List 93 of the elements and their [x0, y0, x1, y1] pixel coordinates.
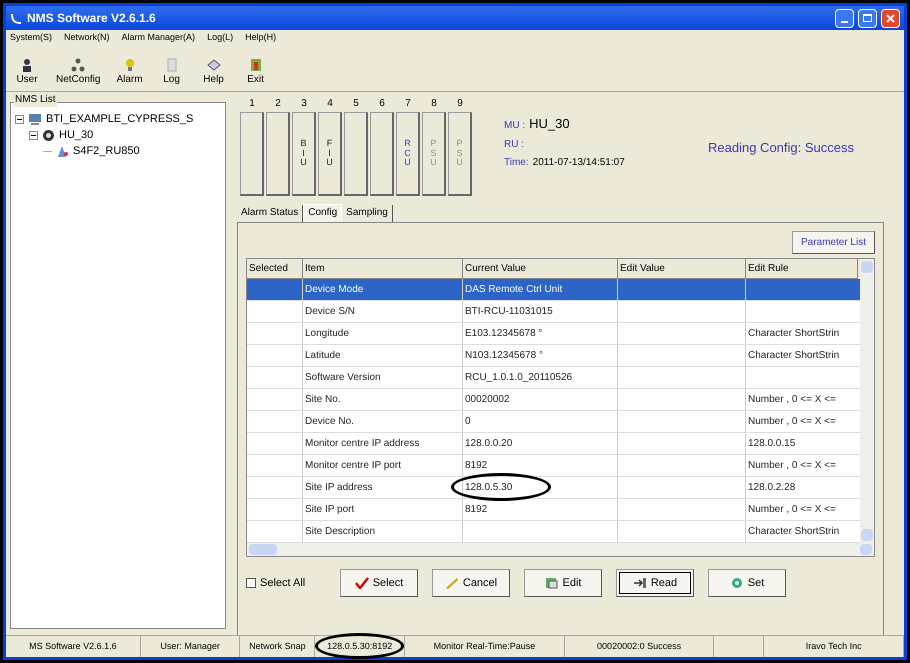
- table-cell-text: Character ShortStrin: [748, 327, 840, 341]
- status-text: Iravo Tech Inc: [806, 640, 862, 653]
- slot-number: 1: [249, 97, 255, 111]
- window-title: NMS Software V2.6.1.6: [27, 10, 156, 27]
- table-cell-text: Number , 0 <= X <=: [748, 415, 836, 429]
- table-cell-text: RCU_1.0.1.0_20110526: [465, 371, 572, 385]
- slot-number: 6: [379, 97, 385, 111]
- table-cell-text: Monitor centre IP address: [305, 437, 420, 451]
- card-slot[interactable]: RCU: [396, 112, 420, 196]
- table-row[interactable]: Device S/N BTI-RCU-11031015: [247, 301, 860, 323]
- tree-item[interactable]: BTI_EXAMPLE_CYPRESS_S: [46, 110, 194, 128]
- slot-number: 8: [431, 97, 437, 111]
- action-button[interactable]: Edit: [524, 569, 602, 597]
- table-cell-text: Longitude: [305, 327, 349, 341]
- table-cell-text: Site Description: [305, 525, 376, 539]
- table-cell-text: 128.0.2.28: [748, 481, 796, 495]
- table-row[interactable]: Monitor centre IP address 128.0.0.20 128.0.0.15: [247, 433, 860, 455]
- table-row[interactable]: Site IP port 8192 Number , 0 <= X <=: [247, 499, 860, 521]
- slot-number: 2: [275, 97, 281, 111]
- table-cell-text: Site IP port: [305, 503, 354, 517]
- table-cell-text: Number , 0 <= X <=: [748, 503, 836, 517]
- slot-number: 5: [353, 97, 359, 111]
- table-cell-text: Character ShortStrin: [748, 349, 840, 363]
- slot-number: 3: [301, 97, 307, 111]
- parameter-list-button[interactable]: Parameter List: [792, 231, 875, 254]
- menu-item[interactable]: System(S): [10, 31, 52, 45]
- table-row[interactable]: Longitude E103.12345678 ° Character ShortStrin: [247, 323, 860, 345]
- tab[interactable]: Config: [303, 204, 342, 222]
- status-text: Monitor Real-Time:Pause: [434, 640, 536, 653]
- table-cell-text: Number , 0 <= X <=: [748, 393, 836, 407]
- table-row[interactable]: Site No. 00020002 Number , 0 <= X <=: [247, 389, 860, 411]
- mu-label: MU :: [504, 119, 526, 133]
- table-cell-text: 128.0.5.30: [465, 481, 512, 495]
- table-cell-text: 128.0.0.15: [748, 437, 796, 451]
- table-cell-text: BTI-RCU-11031015: [465, 305, 553, 319]
- status-text: User: Manager: [160, 640, 220, 653]
- card-slot[interactable]: FIU: [318, 112, 342, 196]
- table-row[interactable]: Device Mode DAS Remote Ctrl Unit: [247, 279, 860, 301]
- table-cell-text: N103.12345678 °: [465, 349, 543, 363]
- ru-label: RU :: [504, 138, 524, 152]
- card-slot[interactable]: BIU: [292, 112, 316, 196]
- menu-item[interactable]: Log(L): [207, 31, 234, 45]
- status-text: 00020002:0 Success: [597, 640, 682, 653]
- group-title: NMS List: [14, 92, 57, 107]
- table-row[interactable]: Software Version RCU_1.0.1.0_20110526: [247, 367, 860, 389]
- table-cell-text: Device Mode: [305, 283, 364, 297]
- time-label: Time:: [504, 156, 529, 170]
- time-value: 2011-07-13/14:51:07: [532, 156, 625, 170]
- table-cell-text: Character ShortStrin: [748, 525, 840, 539]
- status-text: Network Snap: [249, 640, 306, 653]
- menu-item[interactable]: Alarm Manager(A): [122, 31, 196, 45]
- status-text: 128.0.5.30:8192: [327, 640, 392, 653]
- table-cell-text: Software Version: [305, 371, 381, 385]
- table-row[interactable]: Latitude N103.12345678 ° Character ShortStrin: [247, 345, 860, 367]
- table-cell-text: Site IP address: [305, 481, 373, 495]
- table-cell-text: 8192: [465, 459, 488, 473]
- table-cell-text: 0: [465, 415, 471, 429]
- tree-item[interactable]: S4F2_RU850: [73, 142, 140, 160]
- table-row[interactable]: Monitor centre IP port 8192 Number , 0 <= X <=: [247, 455, 860, 477]
- status-message: Reading Config: Success: [708, 139, 854, 157]
- action-button[interactable]: Set: [708, 569, 786, 597]
- table-cell-text: DAS Remote Ctrl Unit: [465, 283, 562, 297]
- table-cell-text: E103.12345678 °: [465, 327, 542, 341]
- mu-value: HU_30: [529, 115, 570, 133]
- toolbar-button[interactable]: Log: [154, 58, 189, 91]
- slot-number: 7: [405, 97, 411, 111]
- tree-item[interactable]: HU_30: [59, 126, 94, 144]
- toolbar-button[interactable]: User: [10, 58, 44, 91]
- toolbar-button[interactable]: NetConfig: [52, 58, 104, 91]
- table-row[interactable]: Site IP address 128.0.5.30 128.0.2.28: [247, 477, 860, 499]
- menu-item[interactable]: Help(H): [245, 31, 276, 45]
- toolbar-button[interactable]: Alarm: [112, 58, 147, 91]
- slot-number: 4: [327, 97, 333, 111]
- action-button[interactable]: Read: [616, 569, 694, 597]
- status-text: MS Software V2.6.1.6: [29, 640, 117, 653]
- table-cell-text: Monitor centre IP port: [305, 459, 401, 473]
- checkbox-label: Select All: [260, 576, 306, 591]
- table-row[interactable]: Device No. 0 Number , 0 <= X <=: [247, 411, 860, 433]
- table-cell-text: Latitude: [305, 349, 341, 363]
- menu-item[interactable]: Network(N): [64, 31, 110, 45]
- toolbar-button[interactable]: Exit: [238, 58, 273, 91]
- toolbar-button[interactable]: Help: [196, 58, 231, 91]
- slot-number: 9: [457, 97, 463, 111]
- table-cell-text: Number , 0 <= X <=: [748, 459, 836, 473]
- tab[interactable]: Sampling: [342, 205, 393, 222]
- table-cell-text: Device S/N: [305, 305, 356, 319]
- action-button[interactable]: Select: [340, 569, 418, 597]
- table-cell-text: Site No.: [305, 393, 341, 407]
- table-cell-text: 8192: [465, 503, 488, 517]
- table-cell-text: Device No.: [305, 415, 354, 429]
- table-cell-text: 00020002: [465, 393, 510, 407]
- table-cell-text: 128.0.0.20: [465, 437, 512, 451]
- action-button[interactable]: Cancel: [432, 569, 510, 597]
